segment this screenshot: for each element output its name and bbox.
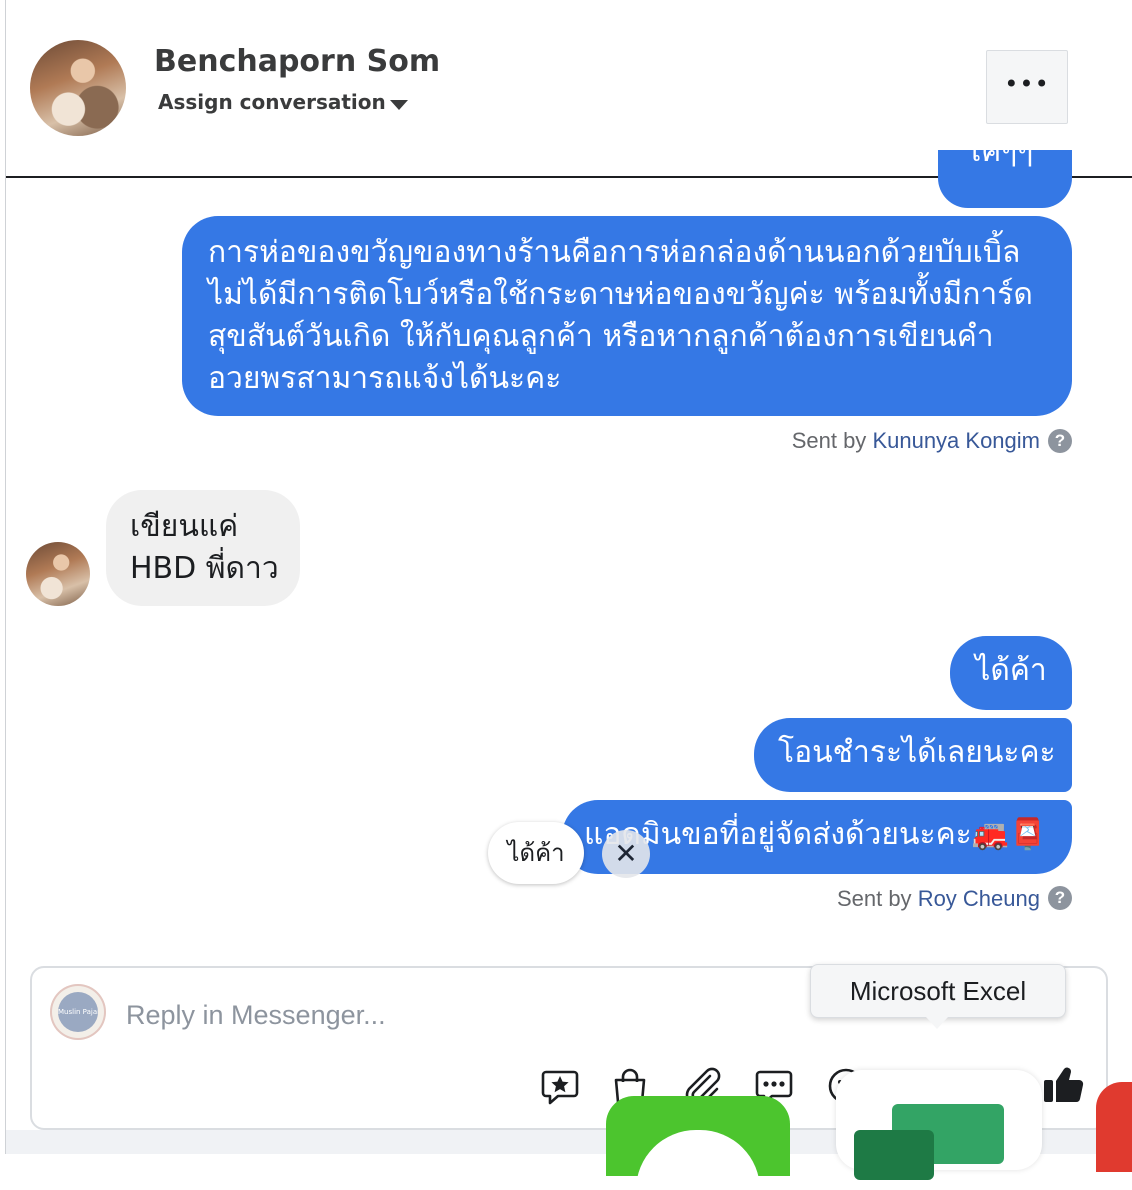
help-icon[interactable]: ?	[1048, 429, 1072, 453]
saved-reply-icon[interactable]	[538, 1064, 582, 1108]
sender-name-link[interactable]: Roy Cheung	[918, 886, 1040, 911]
sender-name-link[interactable]: Kununya Kongim	[872, 428, 1040, 453]
message-text: โอนชำระได้เลยนะคะ	[778, 735, 1056, 770]
message-text: แอดมินขอที่อยู่จัดส่งด้วยนะคะ🚒📮	[584, 817, 1047, 852]
help-icon[interactable]: ?	[1048, 886, 1072, 910]
message-line: การห่อของขวัญของทางร้านคือการห่อกล่องด้า…	[208, 235, 1021, 270]
tooltip-arrow	[926, 1017, 948, 1029]
message-line: อวยพรสามารถแจ้งได้นะคะ	[208, 361, 562, 396]
message-bubble-incoming: เขียนแค่ HBD พี่ดาว	[106, 490, 300, 606]
line-app-bubble	[636, 1130, 760, 1190]
sent-by-prefix: Sent by	[836, 886, 912, 911]
more-dots-icon: •••	[1004, 70, 1050, 98]
quick-reply-chip[interactable]: ได้ค้า	[488, 822, 584, 884]
message-line: HBD พี่ดาว	[130, 551, 279, 586]
message-bubble-outgoing: การห่อของขวัญของทางร้านคือการห่อกล่องด้า…	[182, 216, 1072, 416]
sent-by-label: Sent by Roy Cheung	[837, 886, 1040, 912]
message-text: ได้ค้า	[975, 653, 1047, 688]
message-text: ไค่ๆๆ	[966, 150, 1034, 169]
contact-avatar[interactable]	[30, 40, 126, 136]
page-avatar: Muslin Pajamas	[50, 984, 106, 1040]
message-bubble-outgoing-partial: ไค่ๆๆ	[938, 150, 1072, 208]
reply-input[interactable]	[124, 994, 728, 1036]
line-app-icon[interactable]	[606, 1096, 790, 1190]
page-logo: Muslin Pajamas	[58, 992, 98, 1032]
contact-name[interactable]: Benchaporn Som	[154, 44, 440, 79]
dock-app-icon-red[interactable]	[1096, 1082, 1132, 1172]
sent-by-label: Sent by Kununya Kongim	[792, 428, 1040, 454]
message-line: สุขสันต์วันเกิด ให้กับคุณลูกค้า หรือหากล…	[208, 319, 994, 354]
excel-x-icon	[854, 1130, 934, 1180]
assign-conversation-link[interactable]: Assign conversation	[158, 90, 386, 114]
close-icon[interactable]: ✕	[602, 830, 650, 878]
message-bubble-outgoing: โอนชำระได้เลยนะคะ	[754, 718, 1072, 792]
tooltip-microsoft-excel: Microsoft Excel	[810, 964, 1066, 1018]
contact-avatar-small	[26, 542, 90, 606]
message-bubble-outgoing: ได้ค้า	[950, 636, 1072, 710]
message-line: ไม่ได้มีการติดโบว์หรือใช้กระดาษห่อของขวั…	[208, 277, 1033, 312]
message-line: เขียนแค่	[130, 509, 239, 544]
sent-by-prefix: Sent by	[791, 428, 867, 453]
like-icon[interactable]	[1040, 1060, 1088, 1108]
chevron-down-icon[interactable]	[390, 100, 408, 110]
more-options-button[interactable]: •••	[986, 50, 1068, 124]
